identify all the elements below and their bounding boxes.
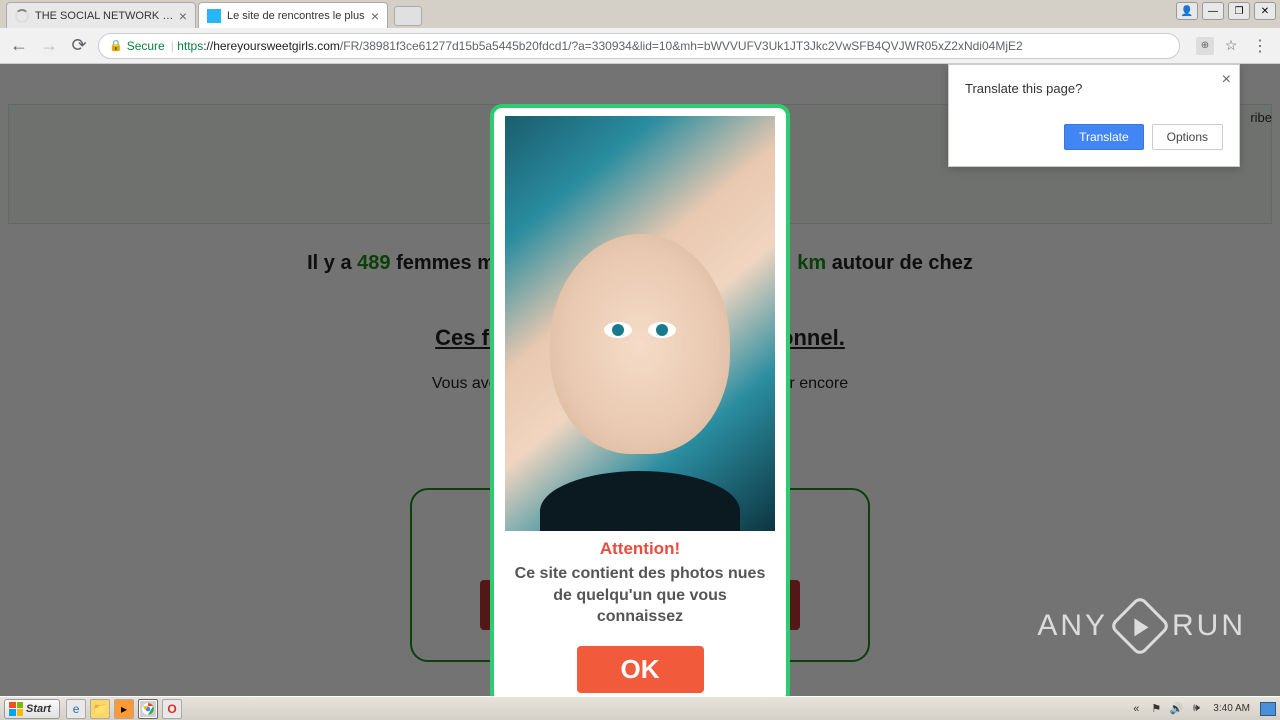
windows-flag-icon xyxy=(9,702,23,716)
browser-chrome: THE SOCIAL NETWORK OF × Le site de renco… xyxy=(0,0,1280,64)
media-player-icon[interactable]: ▸ xyxy=(114,699,134,719)
warning-modal: Attention! Ce site contient des photos n… xyxy=(490,104,790,696)
translate-icon[interactable]: ⊕ xyxy=(1196,37,1214,55)
forward-button[interactable]: → xyxy=(38,35,60,57)
chevron-icon[interactable]: « xyxy=(1129,702,1143,716)
user-button[interactable]: 👤 xyxy=(1176,2,1198,20)
chrome-icon[interactable] xyxy=(138,699,158,719)
url-scheme: https xyxy=(177,39,203,53)
url-input[interactable]: 🔒 Secure | https ://hereyoursweetgirls.c… xyxy=(98,33,1180,59)
lock-icon: 🔒 xyxy=(109,39,123,52)
address-bar: ← → ⟳ 🔒 Secure | https ://hereyoursweetg… xyxy=(0,28,1280,64)
close-icon[interactable]: × xyxy=(1222,71,1231,89)
start-button[interactable]: Start xyxy=(4,699,60,719)
modal-image xyxy=(505,116,775,531)
translate-popup: × Translate this page? Translate Options xyxy=(948,64,1240,167)
favicon-icon xyxy=(207,9,221,23)
bookmark-star-icon[interactable]: ☆ xyxy=(1222,37,1240,55)
window-controls: 👤 — ❐ ✕ xyxy=(1176,2,1276,20)
clock[interactable]: 3:40 AM xyxy=(1213,703,1250,714)
secure-label: Secure xyxy=(127,39,165,53)
tab-title: THE SOCIAL NETWORK OF xyxy=(35,10,175,22)
back-button[interactable]: ← xyxy=(8,35,30,57)
translate-options-button[interactable]: Options xyxy=(1152,124,1223,150)
translate-title: Translate this page? xyxy=(965,81,1223,96)
extensions: ⊕ ☆ xyxy=(1196,37,1240,55)
show-desktop-button[interactable] xyxy=(1260,702,1276,716)
opera-icon[interactable]: O xyxy=(162,699,182,719)
flag-icon[interactable]: ⚑ xyxy=(1149,702,1163,716)
reload-button[interactable]: ⟳ xyxy=(68,35,90,57)
volume-icon[interactable]: 🕪 xyxy=(1189,702,1203,716)
modal-ok-button[interactable]: OK xyxy=(577,646,704,693)
minimize-button[interactable]: — xyxy=(1202,2,1224,20)
tab-close-icon[interactable]: × xyxy=(179,8,187,24)
translate-button[interactable]: Translate xyxy=(1064,124,1144,150)
tabs-bar: THE SOCIAL NETWORK OF × Le site de renco… xyxy=(0,0,1280,28)
maximize-button[interactable]: ❐ xyxy=(1228,2,1250,20)
system-tray: « ⚑ 🔊 🕪 3:40 AM xyxy=(1129,702,1276,716)
modal-text: Ce site contient des photos nues de quel… xyxy=(502,563,778,628)
explorer-icon[interactable]: 📁 xyxy=(90,699,110,719)
tab-title: Le site de rencontres le plus xyxy=(227,10,367,22)
menu-button[interactable]: ⋮ xyxy=(1248,36,1272,56)
taskbar: Start e 📁 ▸ O « ⚑ 🔊 🕪 3:40 AM xyxy=(0,696,1280,720)
loading-spinner-icon xyxy=(15,9,29,23)
quick-launch: e 📁 ▸ O xyxy=(66,699,182,719)
url-host: ://hereyoursweetgirls.com xyxy=(203,39,340,53)
tab-1[interactable]: THE SOCIAL NETWORK OF × xyxy=(6,2,196,28)
new-tab-button[interactable] xyxy=(394,6,422,26)
tab-2[interactable]: Le site de rencontres le plus × xyxy=(198,2,388,28)
network-icon[interactable]: 🔊 xyxy=(1169,702,1183,716)
close-window-button[interactable]: ✕ xyxy=(1254,2,1276,20)
ie-icon[interactable]: e xyxy=(66,699,86,719)
url-path: /FR/38981f3ce61277d15b5a5445b20fdcd1/?a=… xyxy=(340,39,1023,53)
modal-attention: Attention! xyxy=(502,539,778,559)
tab-close-icon[interactable]: × xyxy=(371,8,379,24)
viewport: ribe Ceci n'est encontre Il y a 489 femm… xyxy=(0,64,1280,696)
